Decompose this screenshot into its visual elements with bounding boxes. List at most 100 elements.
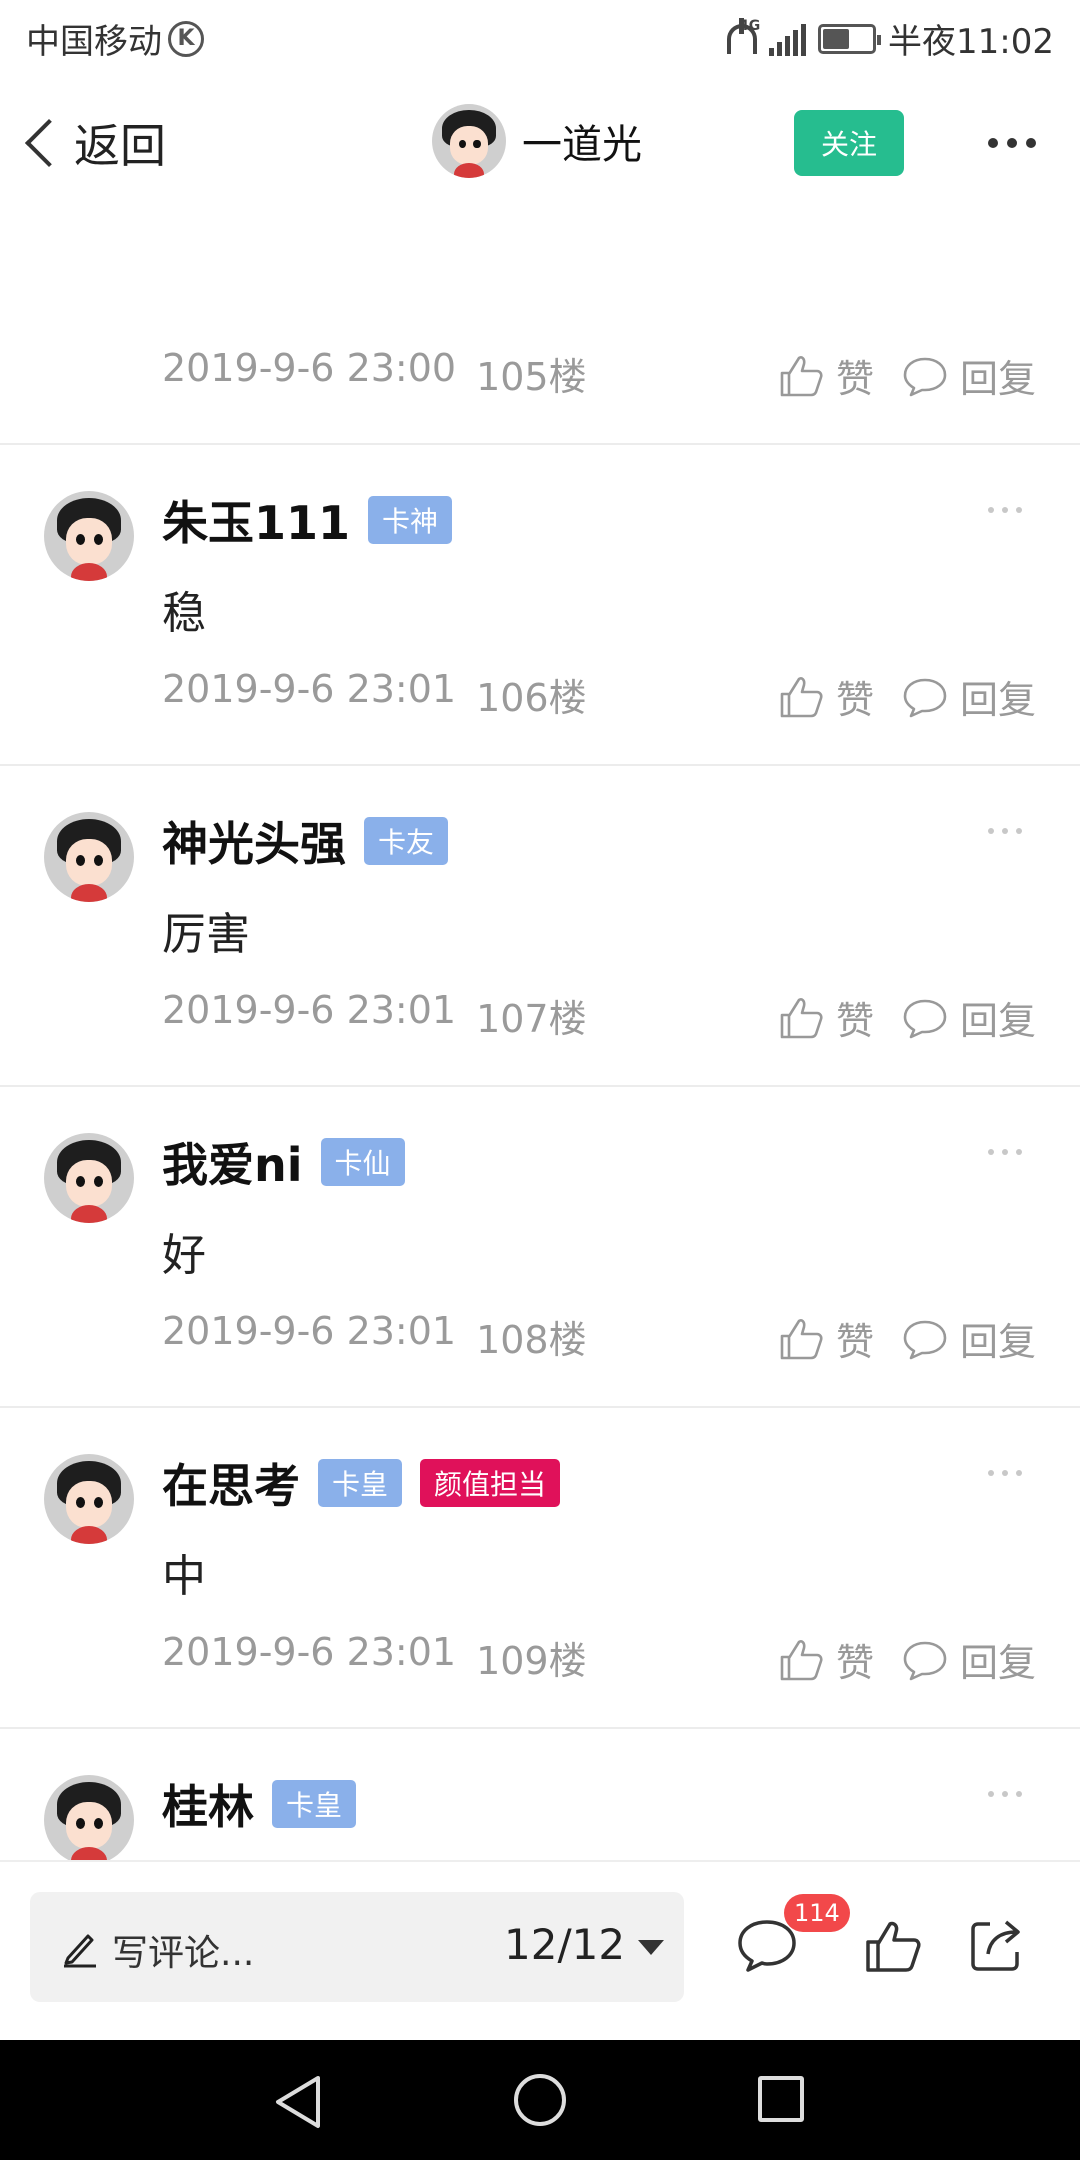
system-nav-bar xyxy=(0,2040,1080,2160)
avatar[interactable] xyxy=(44,491,134,581)
comment-more-icon[interactable] xyxy=(988,507,1022,513)
reply-bubble-icon xyxy=(902,674,948,720)
comment-date: 2019-9-6 23:01 xyxy=(162,667,457,711)
top-header: 返回 一道光 关注 xyxy=(0,76,1080,214)
like-button[interactable]: 赞 xyxy=(778,1632,874,1687)
comment-date: 2019-9-6 23:01 xyxy=(162,1630,457,1674)
commenter-name[interactable]: 在思考 xyxy=(162,1450,300,1516)
comment-meta: 2019-9-6 23:01 109楼 xyxy=(162,1630,587,1685)
like-button[interactable]: 赞 xyxy=(778,348,874,403)
nav-home-icon[interactable] xyxy=(514,2074,566,2126)
comment-item[interactable]: 2019-9-6 23:00 105楼 赞 回复 xyxy=(0,214,1080,445)
comment-header: 神光头强 卡友 xyxy=(162,808,449,874)
follow-button[interactable]: 关注 xyxy=(794,110,904,176)
comment-actions: 赞 回复 xyxy=(778,348,1036,403)
status-bar: 中国移动 K 4G 半夜11:02 xyxy=(0,0,1080,76)
avatar[interactable] xyxy=(44,812,134,902)
comment-text: 中 xyxy=(162,1551,206,1602)
commenter-name[interactable]: 神光头强 xyxy=(162,808,346,874)
comment-list[interactable]: 2019-9-6 23:00 105楼 赞 回复 朱玉111 卡神 稳 2019… xyxy=(0,214,1080,1860)
comment-header: 朱玉111 卡神 xyxy=(162,487,453,553)
carrier-name: 中国移动 xyxy=(26,22,162,62)
comment-text: 厉害 xyxy=(162,909,250,960)
avatar[interactable] xyxy=(44,1454,134,1544)
comment-more-icon[interactable] xyxy=(988,1149,1022,1155)
comment-item[interactable]: 桂林 卡皇 来吧 2019-9-6 23:01 110楼 赞 回复 xyxy=(0,1729,1080,1860)
like-icon[interactable] xyxy=(864,1918,922,1974)
comment-placeholder: 写评论... xyxy=(112,1933,255,1974)
commenter-name[interactable]: 我爱ni xyxy=(162,1129,303,1195)
comment-text: 好 xyxy=(162,1230,206,1281)
comment-item[interactable]: 在思考 卡皇 颜值担当 中 2019-9-6 23:01 109楼 赞 回复 xyxy=(0,1408,1080,1729)
reply-label: 回复 xyxy=(959,1641,1036,1685)
comment-item[interactable]: 神光头强 卡友 厉害 2019-9-6 23:01 107楼 赞 回复 xyxy=(0,766,1080,1087)
page-dropdown-icon[interactable] xyxy=(638,1940,664,1955)
comment-more-icon[interactable] xyxy=(988,828,1022,834)
comment-header: 我爱ni 卡仙 xyxy=(162,1129,405,1195)
comment-date: 2019-9-6 23:00 xyxy=(162,346,457,390)
reply-bubble-icon xyxy=(902,353,948,399)
like-label: 赞 xyxy=(835,678,874,722)
floor-number: 109楼 xyxy=(476,1639,587,1683)
header-user[interactable]: 一道光 xyxy=(432,104,642,178)
reply-bubble-icon xyxy=(902,1316,948,1362)
avatar[interactable] xyxy=(44,1775,134,1860)
back-button[interactable]: 返回 xyxy=(22,110,166,176)
user-badge: 卡友 xyxy=(364,817,449,865)
reply-bubble-icon xyxy=(902,995,948,1041)
like-button[interactable]: 赞 xyxy=(778,669,874,724)
share-icon[interactable] xyxy=(968,1918,1024,1974)
reply-label: 回复 xyxy=(959,357,1036,401)
floor-number: 105楼 xyxy=(476,355,587,399)
like-button[interactable]: 赞 xyxy=(778,990,874,1045)
floor-number: 107楼 xyxy=(476,997,587,1041)
back-chevron-icon xyxy=(24,118,74,168)
comment-count-badge: 114 xyxy=(784,1894,850,1932)
reply-label: 回复 xyxy=(959,678,1036,722)
thumbs-up-icon xyxy=(778,995,824,1041)
floor-number: 108楼 xyxy=(476,1318,587,1362)
reply-bubble-icon xyxy=(902,1637,948,1683)
comment-item[interactable]: 我爱ni 卡仙 好 2019-9-6 23:01 108楼 赞 回复 xyxy=(0,1087,1080,1408)
carrier-k-icon: K xyxy=(168,20,204,57)
like-label: 赞 xyxy=(835,999,874,1043)
reply-button[interactable]: 回复 xyxy=(902,990,1036,1045)
comment-input[interactable]: 写评论... 12/12 xyxy=(30,1892,684,2002)
comment-item[interactable]: 朱玉111 卡神 稳 2019-9-6 23:01 106楼 赞 回复 xyxy=(0,445,1080,766)
comment-text: 稳 xyxy=(162,588,206,639)
clock: 半夜11:02 xyxy=(888,22,1054,62)
comment-meta: 2019-9-6 23:00 105楼 xyxy=(162,346,587,401)
comment-more-icon[interactable] xyxy=(988,1470,1022,1476)
nav-recent-icon[interactable] xyxy=(758,2076,804,2122)
thumbs-up-icon xyxy=(778,353,824,399)
battery-level xyxy=(823,28,850,49)
reply-button[interactable]: 回复 xyxy=(902,348,1036,403)
floor-number: 106楼 xyxy=(476,676,587,720)
page-indicator[interactable]: 12/12 xyxy=(504,1920,625,1969)
comment-actions: 赞 回复 xyxy=(778,1311,1036,1366)
reply-button[interactable]: 回复 xyxy=(902,1311,1036,1366)
comment-more-icon[interactable] xyxy=(988,1791,1022,1797)
commenter-name[interactable]: 朱玉111 xyxy=(162,487,350,553)
reply-button[interactable]: 回复 xyxy=(902,669,1036,724)
pen-icon xyxy=(64,1934,96,1968)
thumbs-up-icon xyxy=(778,674,824,720)
commenter-name[interactable]: 桂林 xyxy=(162,1771,254,1837)
more-icon[interactable] xyxy=(988,138,1036,148)
avatar xyxy=(432,104,506,178)
back-label: 返回 xyxy=(74,119,166,173)
carrier: 中国移动 K xyxy=(26,14,204,63)
thumbs-up-icon xyxy=(778,1637,824,1683)
avatar[interactable] xyxy=(44,1133,134,1223)
comment-meta: 2019-9-6 23:01 106楼 xyxy=(162,667,587,722)
user-badge: 卡仙 xyxy=(320,1138,405,1186)
bottom-bar: 写评论... 12/12 114 xyxy=(0,1860,1080,2040)
like-button[interactable]: 赞 xyxy=(778,1311,874,1366)
network-type: 4G xyxy=(739,17,761,34)
reply-button[interactable]: 回复 xyxy=(902,1632,1036,1687)
comment-actions: 赞 回复 xyxy=(778,990,1036,1045)
user-badge: 卡神 xyxy=(368,496,453,544)
nav-back-icon[interactable] xyxy=(272,2074,324,2130)
user-badge: 卡皇 xyxy=(318,1459,403,1507)
comment-date: 2019-9-6 23:01 xyxy=(162,1309,457,1353)
